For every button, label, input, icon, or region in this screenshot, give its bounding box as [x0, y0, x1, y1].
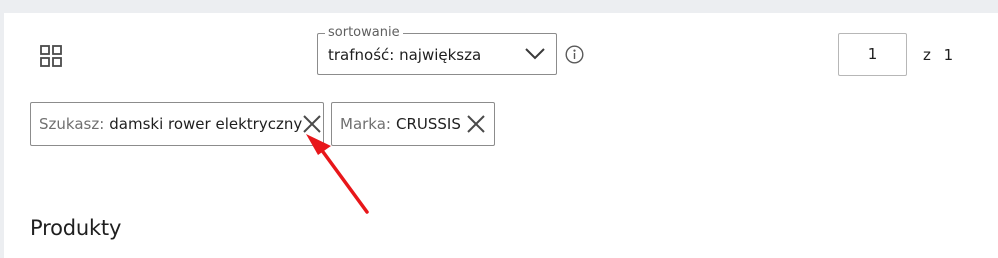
page-number-input[interactable]: 1 — [838, 33, 907, 76]
close-icon[interactable] — [466, 114, 486, 134]
sort-value: trafność: największa — [328, 46, 482, 64]
filter-chip-label: Szukasz: — [39, 115, 105, 133]
filter-chip-label: Marka: — [340, 115, 391, 133]
section-heading: Produkty — [30, 216, 122, 240]
filter-chip-value: CRUSSIS — [395, 115, 461, 133]
page-total: z 1 — [923, 46, 953, 64]
page-separator: z — [923, 46, 931, 64]
page-total-count: 1 — [943, 46, 954, 64]
close-icon[interactable] — [302, 114, 322, 134]
chevron-down-icon — [524, 46, 546, 62]
sort-legend: sortowanie — [325, 25, 403, 41]
filter-chip-brand: Marka: CRUSSIS — [331, 102, 495, 146]
sort-select[interactable]: sortowanie trafność: największa — [317, 25, 557, 75]
grid-view-icon[interactable] — [40, 45, 62, 67]
info-icon[interactable] — [565, 45, 584, 64]
filter-chip-search: Szukasz: damski rower elektryczny — [30, 102, 324, 146]
filter-chip-value: damski rower elektryczny — [109, 115, 303, 133]
